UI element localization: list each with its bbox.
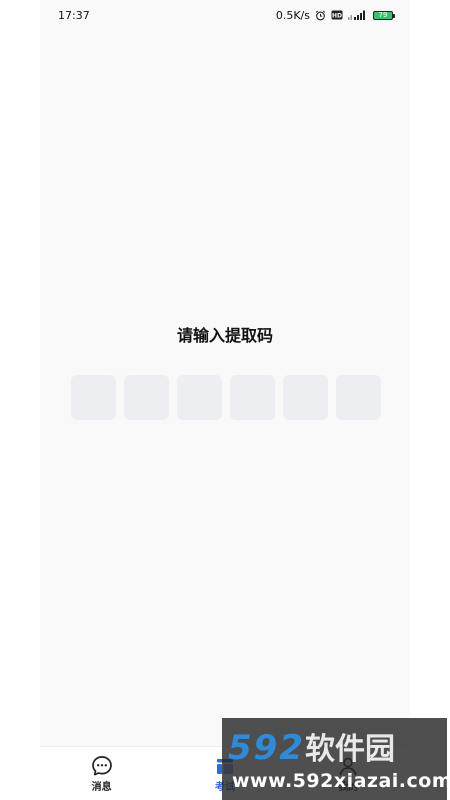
nav-item-messages[interactable]: 消息 [52,747,152,800]
svg-text:HD: HD [332,12,342,19]
alarm-icon [315,10,326,21]
code-input-5[interactable] [283,375,328,420]
hd-icon: HD [331,10,343,20]
nav-label-messages: 消息 [91,781,112,793]
code-input-4[interactable] [230,375,275,420]
watermark: 592软件园 www.592xiazai.com [222,718,447,800]
code-input-row [71,375,381,420]
watermark-cn: 软件园 [304,732,395,767]
signal-icon [348,10,368,20]
status-time: 17:37 [58,8,90,22]
page-title: 请输入提取码 [176,326,273,345]
battery-icon: 79 [373,10,395,20]
status-bar: 17:37 0.5K/s HD 79 [40,0,410,30]
chat-bubble-icon [91,755,113,777]
watermark-url: www.592xiazai.com [232,770,447,792]
code-input-2[interactable] [124,375,169,420]
phone-screen: 17:37 0.5K/s HD 79 请输入提取码 消息 [40,0,410,800]
status-icons: 0.5K/s HD 79 [276,9,396,22]
network-speed: 0.5K/s [275,8,310,22]
watermark-brand: 592软件园 [228,724,395,768]
code-input-1[interactable] [71,375,116,420]
watermark-number: 592 [228,728,305,768]
code-input-3[interactable] [177,375,222,420]
code-input-6[interactable] [336,375,381,420]
